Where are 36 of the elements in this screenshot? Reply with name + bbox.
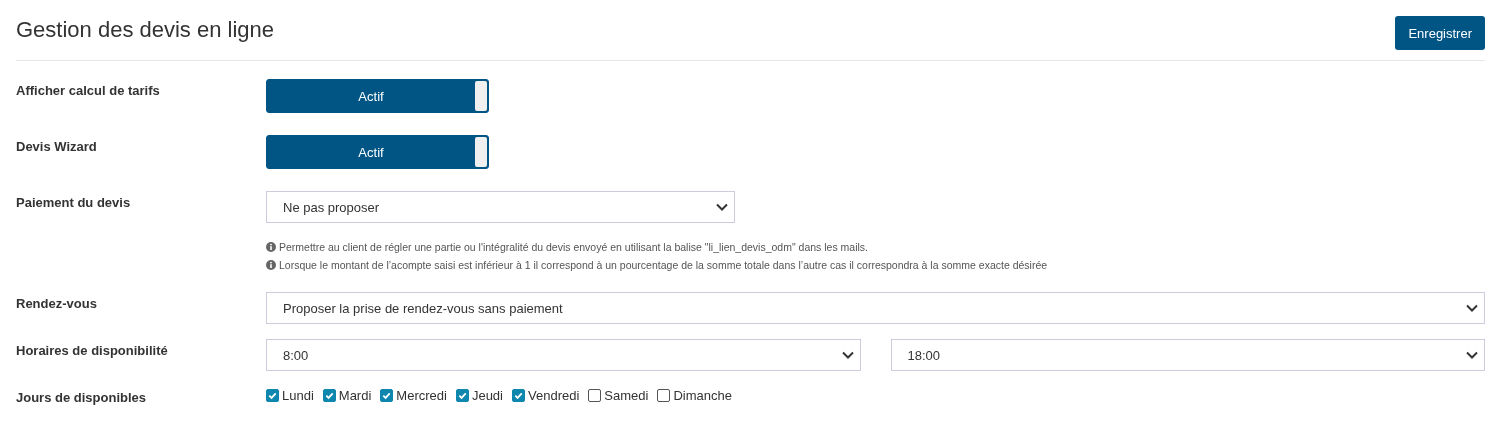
checkbox-label: Jeudi — [471, 388, 503, 403]
field-label: Paiement du devis — [16, 194, 132, 212]
field-label: Devis Wizard — [16, 138, 98, 156]
page-title: Gestion des devis en ligne — [16, 17, 275, 43]
checkbox-label: Mercredi — [396, 388, 447, 403]
checkbox[interactable] — [512, 389, 525, 402]
dropdown[interactable]: 18:00 — [890, 339, 1485, 371]
chevron-down-icon — [1466, 351, 1478, 359]
checkbox-label: Dimanche — [673, 388, 732, 403]
checkbox[interactable] — [380, 389, 394, 402]
field-label: Afficher calcul de tarifs — [16, 82, 161, 100]
checkbox-label: Lundi — [282, 388, 314, 403]
checkbox-label: Mardi — [338, 388, 372, 403]
toggle-switch[interactable]: Actif — [266, 79, 489, 113]
checkbox[interactable] — [455, 389, 469, 402]
checkbox-label: Vendredi — [528, 388, 580, 403]
dropdown[interactable]: 8:00 — [266, 339, 861, 371]
dropdown[interactable]: Ne pas proposer — [266, 191, 735, 223]
checkbox-label: Samedi — [604, 388, 649, 403]
checkbox[interactable] — [657, 389, 671, 402]
chevron-down-icon — [716, 203, 728, 211]
chevron-down-icon — [1466, 304, 1478, 312]
info-icon — [266, 242, 276, 252]
toggle-switch[interactable]: Actif — [266, 135, 489, 169]
checkbox[interactable] — [266, 389, 279, 402]
dropdown[interactable]: Proposer la prise de rendez-vous sans paiement — [266, 292, 1485, 324]
help-text: Lorsque le montant de l’acompte saisi est inférieur à 1 il correspond à un pourcentage de la somme totale dans l’autre cas il correspondra à la somme exacte désirée — [279, 259, 1048, 271]
info-icon — [266, 260, 276, 270]
checkbox[interactable] — [322, 389, 336, 402]
help-text: Permettre au client de régler une partie ou l'intégralité du devis envoyé en utilisant la balise "li_lien_devis_odm" dans les mails. — [279, 241, 869, 253]
chevron-down-icon — [841, 351, 854, 359]
field-label: Horaires de disponibilité — [16, 342, 169, 360]
save-button[interactable]: Enregistrer — [1395, 16, 1485, 50]
field-label: Rendez-vous — [16, 295, 98, 313]
checkbox[interactable] — [588, 389, 602, 402]
field-label: Jours de disponibles — [16, 389, 148, 405]
